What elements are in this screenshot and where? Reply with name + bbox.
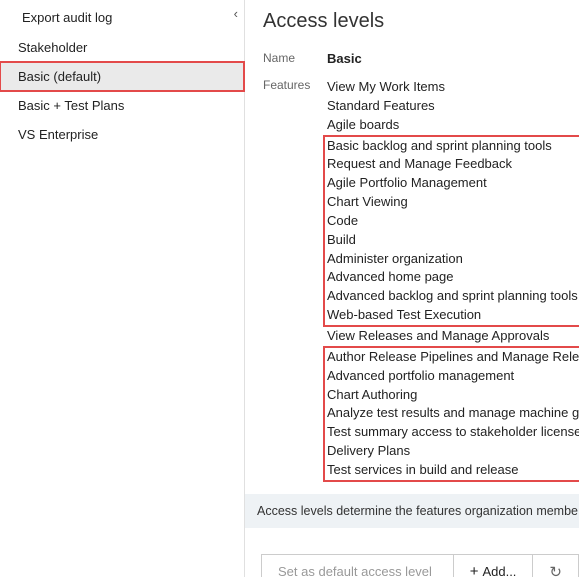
feature-item: Advanced portfolio management	[327, 367, 579, 386]
feature-item: Code	[327, 212, 579, 231]
toolbar: Set as default access level + Add... ↻	[261, 554, 579, 577]
feature-item: Test services in build and release	[327, 461, 579, 480]
feature-item: Agile boards	[327, 116, 579, 135]
set-default-button[interactable]: Set as default access level	[262, 555, 454, 577]
feature-item: Advanced backlog and sprint planning too…	[327, 287, 579, 306]
feature-item: View Releases and Manage Approvals	[327, 327, 579, 346]
refresh-icon: ↻	[549, 563, 562, 577]
export-audit-log-link[interactable]: Export audit log	[22, 10, 112, 25]
feature-item: Chart Viewing	[327, 193, 579, 212]
feature-item: View My Work Items	[327, 78, 579, 97]
name-value: Basic	[327, 51, 579, 66]
feature-item: Basic backlog and sprint planning tools	[327, 137, 579, 156]
feature-item: Analyze test results and manage machine …	[327, 404, 579, 423]
feature-highlight-box: Author Release Pipelines and Manage Rele…	[323, 346, 579, 482]
main-panel: Access levels Name Basic Features View M…	[245, 0, 579, 577]
feature-item: Chart Authoring	[327, 386, 579, 405]
plus-icon: +	[470, 563, 479, 577]
feature-item: Web-based Test Execution	[327, 306, 579, 325]
feature-item: Build	[327, 231, 579, 250]
feature-item: Advanced home page	[327, 268, 579, 287]
feature-item: Administer organization	[327, 250, 579, 269]
features-label: Features	[263, 78, 327, 482]
features-list: View My Work Items Standard Features Agi…	[327, 78, 579, 482]
feature-item: Request and Manage Feedback	[327, 155, 579, 174]
sidebar: Export audit log ‹ Stakeholder Basic (de…	[0, 0, 245, 577]
collapse-icon[interactable]: ‹	[234, 6, 238, 21]
add-button-label: Add...	[482, 564, 516, 577]
name-label: Name	[263, 51, 327, 66]
feature-item: Delivery Plans	[327, 442, 579, 461]
feature-item: Test summary access to stakeholder licen…	[327, 423, 579, 442]
feature-highlight-box: Basic backlog and sprint planning tools …	[323, 135, 579, 327]
sidebar-header: Export audit log ‹	[0, 4, 244, 33]
sidebar-item-vs-enterprise[interactable]: VS Enterprise	[0, 120, 244, 149]
feature-item: Standard Features	[327, 97, 579, 116]
feature-item: Author Release Pipelines and Manage Rele…	[327, 348, 579, 367]
sidebar-item-stakeholder[interactable]: Stakeholder	[0, 33, 244, 62]
info-bar: Access levels determine the features org…	[245, 494, 579, 528]
add-button[interactable]: + Add...	[454, 555, 534, 577]
sidebar-item-basic[interactable]: Basic (default)	[0, 62, 244, 91]
page-title: Access levels	[263, 10, 579, 33]
feature-item: Agile Portfolio Management	[327, 174, 579, 193]
refresh-button[interactable]: ↻	[533, 555, 578, 577]
sidebar-item-basic-test-plans[interactable]: Basic + Test Plans	[0, 91, 244, 120]
